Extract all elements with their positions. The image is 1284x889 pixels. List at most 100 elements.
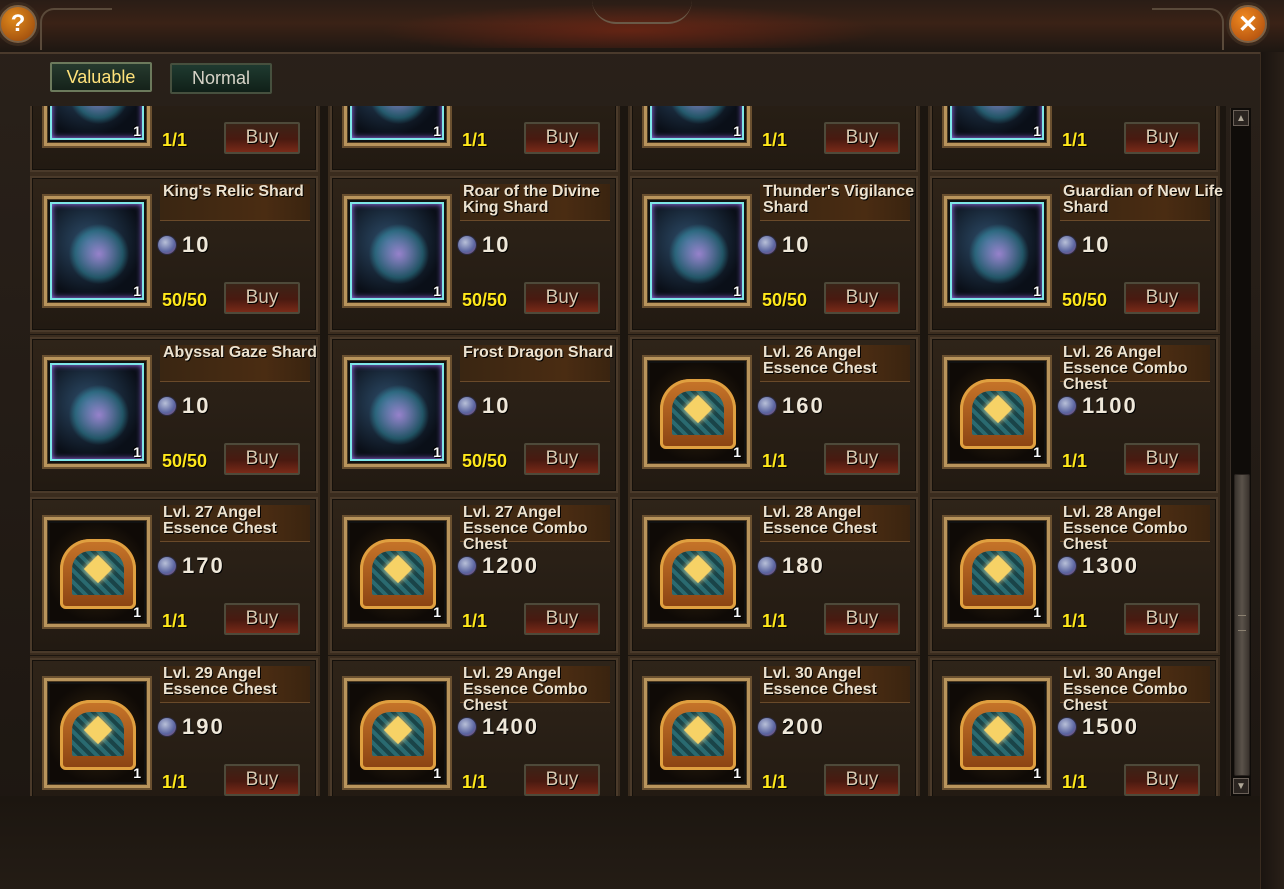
buy-button[interactable]: Buy — [1124, 282, 1200, 314]
item-icon-frame[interactable]: 1 — [344, 678, 450, 788]
item-icon-frame[interactable]: 1 — [644, 196, 750, 306]
chest-body — [60, 539, 136, 609]
stock-count: 1/1 — [462, 130, 488, 150]
currency-icon — [458, 397, 476, 415]
item-icon-frame[interactable]: 1 — [44, 196, 150, 306]
currency-icon — [458, 718, 476, 736]
buy-button[interactable]: Buy — [824, 122, 900, 154]
item-icon-frame[interactable]: 1 — [44, 106, 150, 146]
buy-button[interactable]: Buy — [1124, 443, 1200, 475]
price-value: 1100 — [1082, 393, 1138, 418]
item-name: Lvl. 28 Angel Essence Chest — [763, 504, 877, 537]
item-price: 10 — [758, 232, 810, 258]
item-quantity: 1 — [733, 765, 741, 781]
scroll-up-button[interactable]: ▲ — [1233, 110, 1249, 126]
item-name: Guardian of New Life Shard — [1063, 183, 1224, 216]
buy-button[interactable]: Buy — [524, 122, 600, 154]
price-value: 190 — [182, 714, 225, 739]
stock-count: 1/1 — [162, 772, 188, 792]
buy-button[interactable]: Buy — [824, 282, 900, 314]
stock-count: 1/1 — [762, 451, 788, 471]
chest-icon — [650, 523, 744, 621]
item-icon-frame[interactable]: 1 — [344, 517, 450, 627]
item-quantity: 1 — [133, 283, 141, 299]
item-name: Lvl. 26 Angel Essence Chest — [763, 344, 877, 377]
buy-button[interactable]: Buy — [224, 282, 300, 314]
scroll-down-button[interactable]: ▼ — [1233, 778, 1249, 794]
shop-item-card: Abyssal Gaze Shard 1 10 50/50 Buy — [30, 337, 318, 493]
price-value: 10 — [182, 393, 211, 418]
scroll-thumb[interactable] — [1234, 474, 1250, 776]
buy-button[interactable]: Buy — [224, 764, 300, 796]
stock-count: 1/1 — [162, 130, 188, 150]
item-price: 1200 — [458, 553, 539, 579]
question-icon: ? — [10, 10, 26, 37]
shard-glow — [68, 106, 130, 124]
close-button[interactable]: ✕ — [1226, 2, 1270, 46]
buy-button[interactable]: Buy — [524, 603, 600, 635]
buy-button[interactable]: Buy — [824, 603, 900, 635]
scrollbar[interactable]: ▲ ▼ — [1230, 108, 1251, 796]
price-value: 1400 — [482, 714, 539, 739]
shop-item-card: 1 1/1 Buy — [330, 106, 618, 172]
chest-body — [960, 700, 1036, 770]
item-icon-frame[interactable]: 1 — [344, 357, 450, 467]
item-icon-frame[interactable]: 1 — [944, 106, 1050, 146]
item-price: 10 — [1058, 232, 1110, 258]
stock-count: 1/1 — [462, 611, 488, 631]
item-icon-frame[interactable]: 1 — [344, 106, 450, 146]
buy-button[interactable]: Buy — [824, 764, 900, 796]
currency-icon — [758, 236, 776, 254]
buy-button[interactable]: Buy — [524, 282, 600, 314]
shard-glow — [368, 106, 430, 124]
item-icon-frame[interactable]: 1 — [644, 357, 750, 467]
currency-icon — [158, 397, 176, 415]
item-quantity: 1 — [1033, 444, 1041, 460]
item-icon-frame[interactable]: 1 — [944, 357, 1050, 467]
stock-count: 1/1 — [762, 130, 788, 150]
price-value: 1300 — [1082, 553, 1139, 578]
item-icon-frame[interactable]: 1 — [644, 106, 750, 146]
shop-item-card: 1 1/1 Buy — [30, 106, 318, 172]
shop-item-card: Lvl. 26 Angel Essence Combo Chest 1 1100 1/… — [930, 337, 1218, 493]
tab-valuable[interactable]: Valuable — [50, 62, 152, 92]
item-quantity: 1 — [733, 283, 741, 299]
tab-normal[interactable]: Normal — [170, 63, 272, 94]
buy-button[interactable]: Buy — [524, 443, 600, 475]
buy-button[interactable]: Buy — [224, 603, 300, 635]
buy-button[interactable]: Buy — [224, 443, 300, 475]
item-icon-frame[interactable]: 1 — [944, 678, 1050, 788]
item-icon-frame[interactable]: 1 — [344, 196, 450, 306]
item-icon-frame[interactable]: 1 — [44, 678, 150, 788]
buy-button[interactable]: Buy — [1124, 603, 1200, 635]
item-icon-frame[interactable]: 1 — [644, 678, 750, 788]
item-name: King's Relic Shard — [163, 183, 304, 200]
shop-item-card: 1 1/1 Buy — [630, 106, 918, 172]
item-quantity: 1 — [433, 765, 441, 781]
corner-ornament-right — [1152, 8, 1224, 50]
buy-button[interactable]: Buy — [524, 764, 600, 796]
shard-glow — [668, 106, 730, 124]
item-icon-frame[interactable]: 1 — [44, 517, 150, 627]
item-icon-frame[interactable]: 1 — [44, 357, 150, 467]
item-icon-frame[interactable]: 1 — [644, 517, 750, 627]
item-name: Frost Dragon Shard — [463, 344, 614, 361]
item-price: 1300 — [1058, 553, 1139, 579]
chest-icon — [950, 684, 1044, 782]
item-quantity: 1 — [133, 444, 141, 460]
item-name: Lvl. 26 Angel Essence Combo Chest — [1063, 344, 1188, 393]
item-quantity: 1 — [1033, 283, 1041, 299]
item-icon-frame[interactable]: 1 — [944, 517, 1050, 627]
item-quantity: 1 — [733, 123, 741, 139]
item-icon-frame[interactable]: 1 — [944, 196, 1050, 306]
buy-button[interactable]: Buy — [824, 443, 900, 475]
stock-count: 1/1 — [762, 772, 788, 792]
buy-button[interactable]: Buy — [1124, 764, 1200, 796]
shop-item-card: Lvl. 29 Angel Essence Combo Chest 1 1400 1/… — [330, 658, 618, 796]
right-border — [1260, 52, 1284, 889]
shard-glow — [968, 224, 1030, 284]
buy-button[interactable]: Buy — [224, 122, 300, 154]
item-price: 160 — [758, 393, 825, 419]
buy-button[interactable]: Buy — [1124, 122, 1200, 154]
item-quantity: 1 — [1033, 604, 1041, 620]
